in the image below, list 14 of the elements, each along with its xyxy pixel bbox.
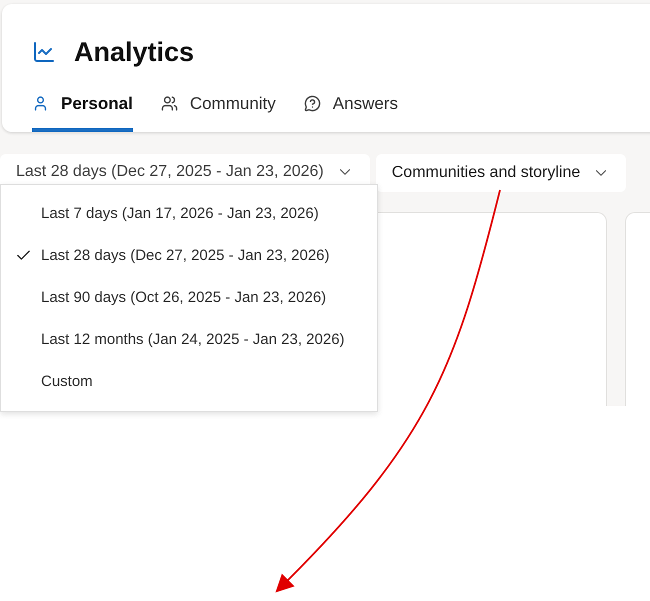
menu-item[interactable]: Last 90 days (Oct 26, 2025 - Jan 23, 2026) (1, 277, 377, 319)
chart-icon (32, 40, 56, 64)
filter-dropdown[interactable]: Communities and storyline (376, 154, 626, 192)
tab[interactable]: Answers (304, 88, 398, 132)
menu-item[interactable]: Custom (1, 361, 377, 403)
tab[interactable]: Personal (32, 88, 133, 132)
menu-item[interactable]: Last 7 days (Jan 17, 2026 - Jan 23, 2026) (1, 193, 377, 235)
menu-item[interactable]: Last 28 days (Dec 27, 2025 - Jan 23, 2026) (1, 235, 377, 277)
group-icon (160, 94, 178, 112)
tab[interactable]: Community (160, 88, 276, 132)
question-icon (304, 94, 321, 112)
page-title: Analytics (74, 36, 194, 69)
menu-item[interactable]: Last 12 months (Jan 24, 2025 - Jan 23, 2026) (1, 319, 377, 361)
person-icon (32, 94, 49, 112)
